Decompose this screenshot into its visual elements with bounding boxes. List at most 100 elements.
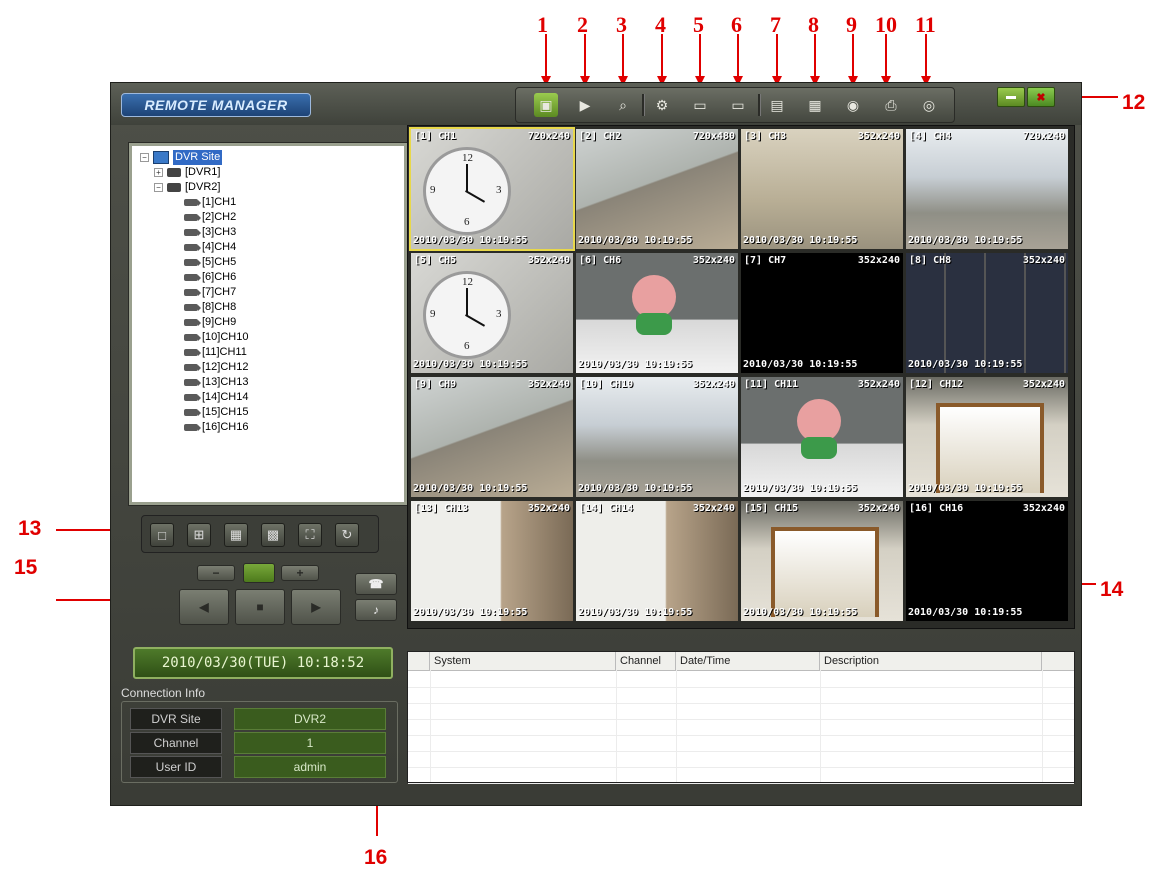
video-cell[interactable]: [6] CH6 352x240 2010/03/30 10:19:55 bbox=[576, 253, 738, 373]
col-system[interactable]: System bbox=[430, 652, 616, 670]
column-divider bbox=[616, 670, 617, 782]
plus-icon: + bbox=[296, 566, 304, 580]
dvr-add-button[interactable]: ▭ bbox=[688, 93, 712, 117]
video-cell[interactable]: [2] CH2 720x480 2010/03/30 10:19:55 bbox=[576, 129, 738, 249]
cell-resolution: 352x240 bbox=[857, 379, 900, 390]
tree-node-channel[interactable]: [12]CH12 bbox=[184, 360, 248, 375]
col-datetime[interactable]: Date/Time bbox=[676, 652, 820, 670]
cell-channel-label: [15] CH15 bbox=[744, 503, 799, 514]
dvr-edit-button[interactable]: ▭ bbox=[726, 93, 750, 117]
collapse-icon[interactable]: − bbox=[140, 153, 149, 162]
tree-node-channel[interactable]: [8]CH8 bbox=[184, 300, 236, 315]
tree-channel-label: [11]CH11 bbox=[202, 346, 247, 358]
zoom-button[interactable]: ◎ bbox=[917, 93, 941, 117]
expand-icon[interactable]: + bbox=[154, 168, 163, 177]
record-button[interactable]: ◉ bbox=[841, 93, 865, 117]
video-cell[interactable]: [3] CH3 352x240 2010/03/30 10:19:55 bbox=[741, 129, 903, 249]
search-button[interactable]: ⌕ bbox=[611, 93, 635, 117]
two-way-audio-button[interactable]: ☎ bbox=[355, 573, 397, 595]
tree-node-channel[interactable]: [16]CH16 bbox=[184, 420, 248, 435]
user-id-label: User ID bbox=[130, 756, 222, 778]
record-icon: ◉ bbox=[846, 96, 860, 113]
video-cell[interactable]: [16] CH16 352x240 2010/03/30 10:19:55 bbox=[906, 501, 1068, 621]
cell-channel-label: [12] CH12 bbox=[909, 379, 964, 390]
video-cell[interactable]: 12 3 6 9 [5] CH5 352x240 2010/03/30 10:19:55 bbox=[411, 253, 573, 373]
event-log-row[interactable] bbox=[408, 719, 1074, 736]
camera-icon bbox=[184, 304, 201, 311]
event-log-row[interactable] bbox=[408, 703, 1074, 720]
cell-channel-label: [6] CH6 bbox=[579, 255, 622, 266]
cell-timestamp: 2010/03/30 10:19:55 bbox=[908, 235, 1023, 246]
video-cell[interactable]: [8] CH8 352x240 2010/03/30 10:19:55 bbox=[906, 253, 1068, 373]
tree-node-dvr2[interactable]: − [DVR2] bbox=[154, 180, 220, 195]
tree-channel-label: [14]CH14 bbox=[202, 391, 249, 403]
video-cell[interactable]: [12] CH12 352x240 2010/03/30 10:19:55 bbox=[906, 377, 1068, 497]
video-cell[interactable]: [10] CH10 352x240 2010/03/30 10:19:55 bbox=[576, 377, 738, 497]
cell-resolution: 720x240 bbox=[527, 131, 570, 142]
prev-button[interactable]: ◀ bbox=[179, 589, 229, 625]
video-cell[interactable]: 12 3 6 9 [1] CH1 720x240 2010/03/30 10:19:55 bbox=[409, 127, 575, 251]
col-channel[interactable]: Channel bbox=[616, 652, 676, 670]
playback-button[interactable]: ▶ bbox=[573, 93, 597, 117]
layout-16-button[interactable]: ▩ bbox=[261, 523, 285, 547]
tree-node-channel[interactable]: [6]CH6 bbox=[184, 270, 236, 285]
cell-timestamp: 2010/03/30 10:19:55 bbox=[578, 607, 693, 618]
event-log-row[interactable] bbox=[408, 671, 1074, 688]
video-cell[interactable]: [14] CH14 352x240 2010/03/30 10:19:55 bbox=[576, 501, 738, 621]
video-cell[interactable]: [4] CH4 720x240 2010/03/30 10:19:55 bbox=[906, 129, 1068, 249]
tree-node-channel[interactable]: [1]CH1 bbox=[184, 195, 236, 210]
live-monitor-button[interactable]: ▣ bbox=[534, 93, 558, 117]
dvr-site-value: DVR2 bbox=[234, 708, 386, 730]
col-description[interactable]: Description bbox=[820, 652, 1042, 670]
callout-3: 3 bbox=[616, 12, 627, 37]
tree-node-site[interactable]: − DVR Site bbox=[140, 150, 223, 165]
fullscreen-button[interactable]: ⛶ bbox=[298, 523, 322, 547]
minus-icon: − bbox=[212, 566, 220, 580]
event-log-row[interactable] bbox=[408, 687, 1074, 704]
tree-node-channel[interactable]: [3]CH3 bbox=[184, 225, 236, 240]
tree-node-channel[interactable]: [13]CH13 bbox=[184, 375, 248, 390]
layout-9-button[interactable]: ▦ bbox=[224, 523, 248, 547]
video-cell[interactable]: [9] CH9 352x240 2010/03/30 10:19:55 bbox=[411, 377, 573, 497]
layout-4-button[interactable]: ⊞ bbox=[187, 523, 211, 547]
info-button[interactable]: ▤ bbox=[765, 93, 789, 117]
zoom-in-button[interactable]: + bbox=[281, 565, 319, 581]
next-button[interactable]: ▶ bbox=[291, 589, 341, 625]
speaker-button[interactable]: ♪ bbox=[355, 599, 397, 621]
video-cell[interactable]: [11] CH11 352x240 2010/03/30 10:19:55 bbox=[741, 377, 903, 497]
collapse-icon[interactable]: − bbox=[154, 183, 163, 192]
print-button[interactable]: ⎙ bbox=[879, 93, 903, 117]
tree-node-channel[interactable]: [11]CH11 bbox=[184, 345, 247, 360]
app-logo: REMOTE MANAGER bbox=[121, 93, 311, 117]
video-cell[interactable]: [13] CH13 352x240 2010/03/30 10:19:55 bbox=[411, 501, 573, 621]
stop-button[interactable]: ■ bbox=[235, 589, 285, 625]
video-grid: 12 3 6 9 [1] CH1 720x240 2010/03/30 10:19:55 [2… bbox=[407, 125, 1075, 629]
tree-node-channel[interactable]: [10]CH10 bbox=[184, 330, 248, 345]
tree-node-channel[interactable]: [5]CH5 bbox=[184, 255, 236, 270]
setup-button[interactable]: ⚙ bbox=[650, 93, 674, 117]
video-cell[interactable]: [7] CH7 352x240 2010/03/30 10:19:55 bbox=[741, 253, 903, 373]
close-button[interactable]: ✖ bbox=[1027, 87, 1055, 107]
tree-node-channel[interactable]: [15]CH15 bbox=[184, 405, 248, 420]
tree-node-channel[interactable]: [4]CH4 bbox=[184, 240, 236, 255]
event-log-row[interactable] bbox=[408, 751, 1074, 768]
save-button[interactable]: ▦ bbox=[803, 93, 827, 117]
cell-channel-label: [1] CH1 bbox=[414, 131, 457, 142]
tree-node-channel[interactable]: [2]CH2 bbox=[184, 210, 236, 225]
minimize-button[interactable] bbox=[997, 87, 1025, 107]
sequence-button[interactable]: ↻ bbox=[335, 523, 359, 547]
event-log-row[interactable] bbox=[408, 767, 1074, 784]
layout-1-button[interactable]: □ bbox=[150, 523, 174, 547]
tree-node-channel[interactable]: [14]CH14 bbox=[184, 390, 248, 405]
tree-node-channel[interactable]: [9]CH9 bbox=[184, 315, 236, 330]
tree-node-dvr1[interactable]: + [DVR1] bbox=[154, 165, 220, 180]
cell-timestamp: 2010/03/30 10:19:55 bbox=[743, 483, 858, 494]
zoom-out-button[interactable]: − bbox=[197, 565, 235, 581]
tree-node-channel[interactable]: [7]CH7 bbox=[184, 285, 236, 300]
event-log-row[interactable] bbox=[408, 735, 1074, 752]
intercom-icon: ☎ bbox=[368, 577, 384, 591]
callout-15: 15 bbox=[14, 556, 38, 579]
video-cell[interactable]: [15] CH15 352x240 2010/03/30 10:19:55 bbox=[741, 501, 903, 621]
cell-timestamp: 2010/03/30 10:19:55 bbox=[413, 607, 528, 618]
ptz-center-button[interactable] bbox=[243, 563, 275, 583]
